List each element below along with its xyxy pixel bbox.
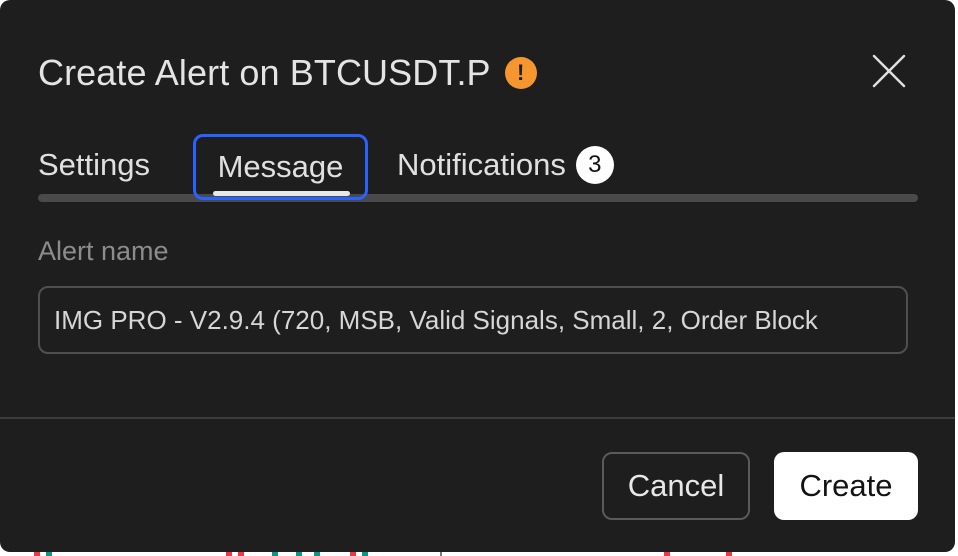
cancel-button[interactable]: Cancel [602, 452, 750, 520]
tab-label: Notifications [397, 147, 566, 182]
footer-divider [0, 417, 955, 419]
tab-label: Message [217, 149, 344, 184]
exclamation-circle-icon[interactable]: ! [504, 57, 537, 89]
close-icon [872, 54, 906, 88]
close-button[interactable] [866, 48, 912, 94]
tab-notifications[interactable]: Notifications 3 [397, 134, 614, 196]
create-button[interactable]: Create [774, 452, 918, 520]
create-alert-dialog: Create Alert on BTCUSDT.P ! Settings Mes… [0, 0, 955, 552]
alert-name-input[interactable]: IMG PRO - V2.9.4 (720, MSB, Valid Signal… [38, 286, 908, 354]
active-tab-indicator [213, 191, 350, 196]
tab-bar: Settings Message Notifications 3 [38, 134, 918, 202]
notifications-count-badge: 3 [575, 146, 614, 184]
warning-glyph: ! [517, 60, 525, 85]
tab-settings[interactable]: Settings [38, 134, 150, 196]
dialog-header: Create Alert on BTCUSDT.P ! [38, 50, 537, 96]
tab-message[interactable]: Message [193, 134, 368, 200]
tab-label: Settings [38, 147, 151, 182]
alert-name-label: Alert name [38, 236, 169, 266]
dialog-title: Create Alert on BTCUSDT.P [38, 52, 491, 93]
